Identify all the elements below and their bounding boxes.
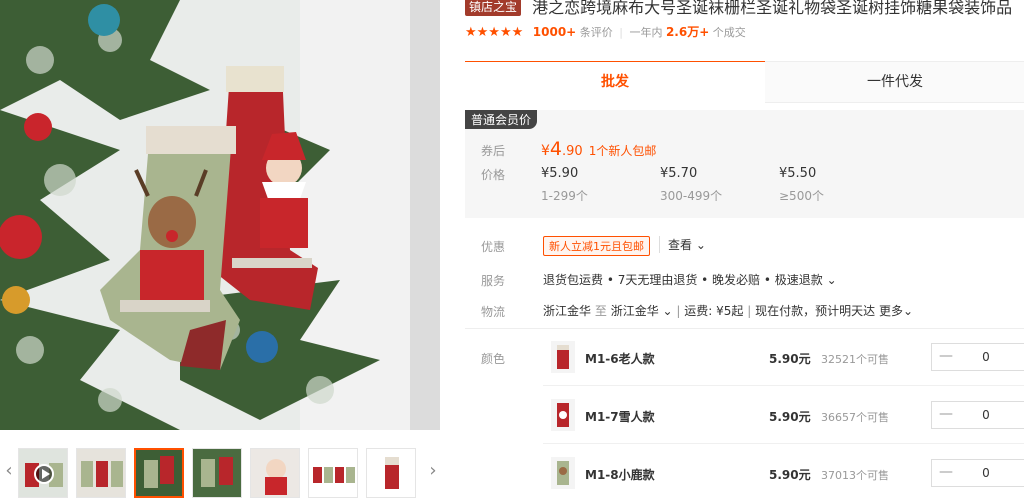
quantity-stepper: — 0 [931, 459, 1024, 487]
coupon-price: ¥4.90 1个新人包邮 [541, 138, 656, 160]
sku-price: 5.90元 [769, 468, 811, 482]
thumbnail-item[interactable] [76, 448, 126, 498]
sku-stock: 32521个可售 [821, 353, 889, 366]
quantity-input[interactable]: 0 [960, 460, 1012, 486]
tab-dropship[interactable]: 一件代发 [765, 61, 1024, 103]
service-label: 服务 [481, 274, 506, 288]
thumbnail-item-active[interactable] [134, 448, 184, 498]
thumbnail-item[interactable] [192, 448, 242, 498]
rating-row: ★★★★★ 1000+ 条评价 | 一年内 2.6万+ 个成交 [465, 23, 746, 41]
sku-price: 5.90元 [769, 352, 811, 366]
star-rating-icon: ★★★★★ [465, 25, 524, 40]
tab-wholesale[interactable]: 批发 [465, 61, 765, 103]
quantity-input[interactable]: 0 [960, 344, 1012, 370]
tier-range: 300-499个 [660, 189, 723, 203]
purchase-mode-tabs: 批发 一件代发 [465, 61, 1024, 103]
ship-from: 浙江金华 [543, 304, 592, 318]
product-title-row: 镇店之宝 港之恋跨境麻布大号圣诞袜栅栏圣诞礼物袋圣诞树挂饰糖果袋装饰品 [465, 0, 1024, 18]
sold-count: 2.6万+ [665, 25, 710, 39]
tier-price: ¥5.50 [779, 166, 817, 181]
service-text[interactable]: 退货包运费 • 7天无理由退货 • 晚发必赔 • 极速退款 ⌄ [543, 271, 837, 288]
sku-name: M1-6老人款 [585, 352, 655, 366]
quantity-stepper: — 0 [931, 343, 1024, 371]
price-label: 价格 [481, 168, 506, 182]
sku-thumbnail[interactable] [551, 399, 575, 431]
product-title: 港之恋跨境麻布大号圣诞袜栅栏圣诞礼物袋圣诞树挂饰糖果袋装饰品 [532, 0, 1013, 17]
year-label: 一年内 [629, 26, 663, 39]
sku-name: M1-8小鹿款 [585, 468, 655, 482]
thumbnail-item[interactable] [308, 448, 358, 498]
tier-price: ¥5.70 [660, 166, 698, 181]
shipping-fee: 运费: ¥5起 [684, 304, 744, 318]
sku-stock: 37013个可售 [821, 469, 889, 482]
sku-row: M1-8小鹿款 5.90元 37013个可售 — 0 [543, 451, 1024, 501]
sku-stock: 36657个可售 [821, 411, 889, 424]
price-tier: ¥5.90 1-299个 [541, 166, 651, 204]
promo-tag[interactable]: 新人立减1元且包邮 [543, 236, 650, 256]
sku-row: M1-7雪人款 5.90元 36657个可售 — 0 [543, 393, 1024, 443]
play-icon [34, 464, 54, 484]
thumbnail-item[interactable] [366, 448, 416, 498]
main-product-image[interactable] [0, 0, 440, 430]
divider: | [676, 304, 681, 318]
thumbnail-video[interactable] [18, 448, 68, 498]
sku-thumbnail[interactable] [551, 341, 575, 373]
coupon-price-decimal: .90 [562, 144, 583, 159]
decrease-button[interactable]: — [932, 460, 960, 486]
sku-price: 5.90元 [769, 410, 811, 424]
more-logistics-link[interactable]: 更多⌄ [879, 304, 913, 318]
review-count[interactable]: 1000+ [533, 25, 576, 39]
sku-name: M1-7雪人款 [585, 410, 655, 424]
chevron-right-icon[interactable]: › [426, 454, 440, 490]
row-divider [543, 385, 1024, 386]
coupon-label: 券后 [481, 144, 506, 158]
currency-symbol: ¥ [541, 143, 550, 159]
view-promos-link[interactable]: 查看 ⌄ [659, 236, 706, 253]
divider: | [619, 26, 623, 39]
sold-suffix: 个成交 [712, 26, 746, 39]
price-panel: 普通会员价 券后 ¥4.90 1个新人包邮 价格 ¥5.90 1-299个 ¥5.… [465, 110, 1024, 218]
promo-label: 优惠 [481, 240, 506, 254]
price-tier: ¥5.70 300-499个 [660, 166, 770, 204]
coupon-price-integer: 4 [549, 138, 563, 160]
tier-range: ≥500个 [779, 189, 824, 203]
sku-thumbnail[interactable] [551, 457, 575, 489]
shop-badge: 镇店之宝 [465, 0, 522, 16]
delivery-eta: 现在付款，预计明天达 [755, 304, 876, 318]
divider: | [747, 304, 752, 318]
sku-row: M1-6老人款 5.90元 32521个可售 — 0 [543, 335, 1024, 385]
coupon-note: 1个新人包邮 [588, 144, 657, 158]
row-divider [543, 443, 1024, 444]
price-tier: ¥5.50 ≥500个 [779, 166, 889, 204]
tier-price: ¥5.90 [541, 166, 579, 181]
tier-range: 1-299个 [541, 189, 588, 203]
logistics-label: 物流 [481, 305, 506, 319]
quantity-input[interactable]: 0 [960, 402, 1012, 428]
thumbnail-item[interactable] [250, 448, 300, 498]
ship-to-select[interactable]: 浙江金华 ⌄ [611, 304, 673, 318]
logistics-row: 浙江金华 至 浙江金华 ⌄ | 运费: ¥5起 | 现在付款，预计明天达 更多⌄ [543, 302, 913, 319]
quantity-stepper: — 0 [931, 401, 1024, 429]
section-divider [465, 328, 1024, 329]
decrease-button[interactable]: — [932, 402, 960, 428]
review-suffix: 条评价 [579, 26, 613, 39]
thumbnail-strip: ‹ › [0, 444, 440, 498]
to-word: 至 [594, 304, 607, 318]
member-price-tag: 普通会员价 [465, 110, 538, 129]
chevron-left-icon[interactable]: ‹ [2, 454, 16, 490]
decrease-button[interactable]: — [932, 344, 960, 370]
color-label: 颜色 [481, 352, 506, 366]
